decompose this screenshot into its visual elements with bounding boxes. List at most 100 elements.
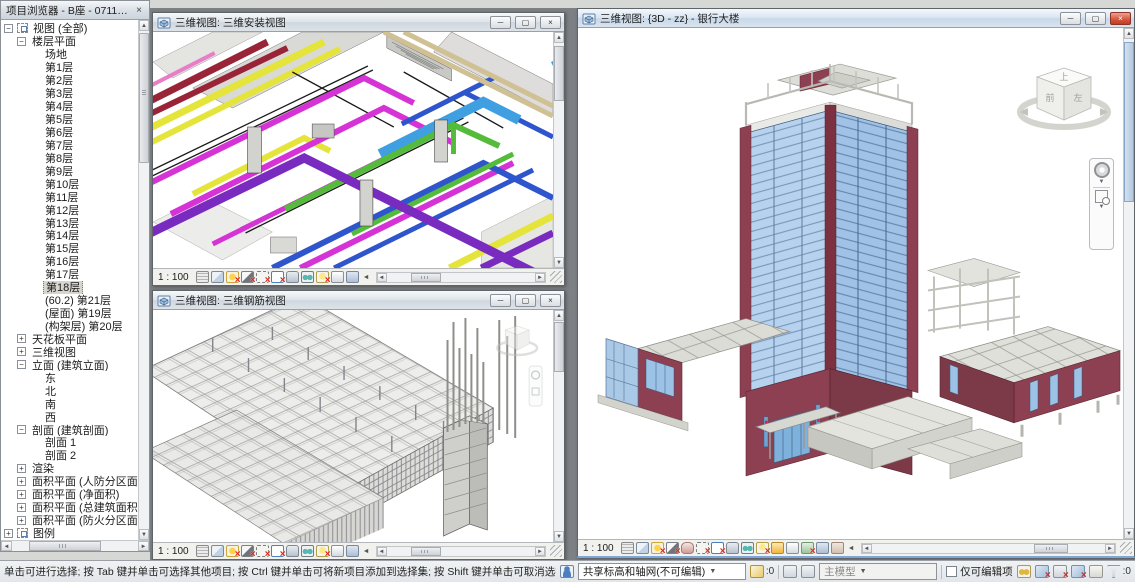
expand-toggle-icon[interactable]: + (17, 464, 26, 473)
expand-toggle-icon[interactable]: + (17, 347, 26, 356)
tree-item[interactable]: +图例 (1, 527, 138, 540)
pin-position-icon[interactable] (1071, 565, 1085, 578)
tree-item[interactable]: 剖面 1 (1, 436, 138, 449)
view-lock-icon[interactable] (726, 542, 739, 554)
close-icon[interactable]: × (540, 16, 561, 29)
tree-item[interactable]: 第9层 (1, 164, 138, 177)
tree-item[interactable]: 第18层 (1, 281, 138, 294)
scroll-left-icon[interactable]: ◄ (862, 544, 872, 553)
view-scale-button[interactable]: 1 : 100 (583, 543, 614, 554)
view-window-mep[interactable]: 三维视图: 三维安装视图 ─ ▢ × (152, 12, 565, 286)
horizontal-scrollbar[interactable]: ◄ ► (376, 272, 546, 283)
displacement-sets-icon[interactable] (816, 542, 829, 554)
show-crop-icon[interactable] (711, 542, 724, 554)
view-lock-icon[interactable] (286, 271, 299, 283)
steering-wheel-icon[interactable] (1094, 162, 1110, 178)
collapse-toggle-icon[interactable]: − (17, 37, 26, 46)
close-icon[interactable]: × (1110, 12, 1131, 25)
tree-item[interactable]: 第17层 (1, 268, 138, 281)
restore-icon[interactable]: ▢ (515, 294, 536, 307)
rebar-3d-canvas[interactable] (153, 310, 553, 542)
scroll-right-icon[interactable]: ► (535, 273, 545, 282)
tree-item[interactable]: +面积平面 (人防分区面积) (1, 475, 138, 488)
scrollbar-thumb[interactable] (139, 33, 149, 163)
show-crop-icon[interactable] (271, 545, 284, 557)
checkbox-icon[interactable] (946, 566, 957, 577)
tree-item[interactable]: (60.2) 第21层 (1, 294, 138, 307)
expand-toggle-icon[interactable]: + (17, 503, 26, 512)
scroll-right-icon[interactable]: ► (138, 541, 149, 551)
tree-item[interactable]: 第7层 (1, 138, 138, 151)
crop-view-icon[interactable] (696, 542, 709, 554)
expand-toggle-icon[interactable]: + (17, 334, 26, 343)
tree-item[interactable]: 北 (1, 384, 138, 397)
tree-item[interactable]: −立面 (建筑立面) (1, 358, 138, 371)
zoom-icon[interactable] (1095, 190, 1108, 203)
expand-toggle-icon[interactable]: + (4, 529, 13, 538)
selection-filter-icon[interactable] (1107, 565, 1121, 578)
horizontal-scrollbar[interactable]: ◄ ► (376, 546, 546, 557)
show-crop-icon[interactable] (271, 271, 284, 283)
scroll-up-icon[interactable]: ▲ (1124, 28, 1134, 39)
tree-item[interactable]: 第1层 (1, 61, 138, 74)
tree-item[interactable]: 第2层 (1, 74, 138, 87)
minimize-icon[interactable]: ─ (1060, 12, 1081, 25)
hide-analytical-model-icon[interactable] (801, 542, 814, 554)
editing-requests-icon[interactable] (750, 565, 764, 578)
scroll-right-icon[interactable]: ► (1105, 544, 1115, 553)
visual-style-icon[interactable] (211, 545, 224, 557)
scroll-up-icon[interactable]: ▲ (554, 32, 564, 43)
edit-pasted-icon[interactable] (1053, 565, 1067, 578)
design-options-icon[interactable] (783, 565, 797, 578)
tree-item[interactable]: 西 (1, 410, 138, 423)
sun-path-icon[interactable] (226, 271, 239, 283)
press-drag-icon[interactable] (1089, 565, 1103, 578)
mep-3d-canvas[interactable] (153, 32, 553, 268)
collapse-toggle-icon[interactable]: − (17, 360, 26, 369)
detail-level-icon[interactable] (196, 545, 209, 557)
scrollbar-thumb[interactable] (554, 46, 564, 101)
tree-item[interactable]: 第3层 (1, 87, 138, 100)
tree-item[interactable]: 场地 (1, 48, 138, 61)
scroll-left-icon[interactable]: ◄ (377, 547, 387, 556)
editable-only-checkbox[interactable]: 仅可编辑项 (946, 564, 1013, 579)
scroll-up-icon[interactable]: ▲ (139, 20, 149, 31)
minimize-icon[interactable]: ─ (490, 294, 511, 307)
temporary-view-properties-icon[interactable] (331, 271, 344, 283)
shadows-icon[interactable] (241, 271, 254, 283)
tree-item[interactable]: 南 (1, 397, 138, 410)
scroll-left-icon[interactable]: ◄ (1, 541, 12, 551)
scrollbar-thumb[interactable] (1034, 544, 1068, 553)
worksharing-display-icon[interactable] (1017, 565, 1031, 578)
tree-item[interactable]: (构架层) 第20层 (1, 320, 138, 333)
detail-level-icon[interactable] (621, 542, 634, 554)
collapse-toggle-icon[interactable]: − (17, 425, 26, 434)
tree-item[interactable]: 第16层 (1, 255, 138, 268)
scroll-down-icon[interactable]: ▼ (554, 531, 564, 542)
tree-item[interactable]: +三维视图 (1, 345, 138, 358)
vertical-scrollbar[interactable]: ▲ ▼ (553, 32, 564, 268)
view-scale-button[interactable]: 1 : 100 (158, 546, 189, 557)
expand-toggle-icon[interactable]: + (17, 477, 26, 486)
exclude-options-icon[interactable] (1035, 565, 1049, 578)
collapse-toggle-icon[interactable]: − (4, 24, 13, 33)
scroll-down-icon[interactable]: ▼ (554, 257, 564, 268)
minimize-icon[interactable]: ─ (490, 16, 511, 29)
scrollbar-thumb[interactable] (411, 273, 441, 282)
scroll-up-icon[interactable]: ▲ (554, 310, 564, 321)
tree-item[interactable]: +面积平面 (净面积) (1, 488, 138, 501)
window-titlebar[interactable]: 三维视图: 三维钢筋视图 ─ ▢ × (153, 291, 564, 310)
tree-item[interactable]: +天花板平面 (1, 333, 138, 346)
expand-toggle-icon[interactable]: + (17, 490, 26, 499)
view-window-building[interactable]: 三维视图: {3D - zz} - 银行大楼 ─ ▢ × (577, 8, 1135, 558)
reveal-hidden-elements-icon[interactable] (756, 542, 769, 554)
scroll-down-icon[interactable]: ▼ (139, 529, 149, 540)
crop-view-icon[interactable] (256, 271, 269, 283)
active-workset-select[interactable]: 共享标高和轴网(不可编辑) ▼ (578, 563, 746, 580)
tree-item[interactable]: −楼层平面 (1, 35, 138, 48)
scrollbar-thumb[interactable] (554, 322, 564, 372)
close-icon[interactable]: × (540, 294, 561, 307)
tree-item[interactable]: −视图 (全部) (1, 22, 138, 35)
worksharing-display-icon[interactable] (771, 542, 784, 554)
tree-item[interactable]: 第8层 (1, 151, 138, 164)
